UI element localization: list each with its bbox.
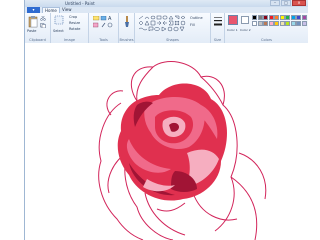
fill-icon[interactable] [100,16,107,21]
paste-label: Paste [27,29,37,33]
colors-group: Color 1 Color 2 Colors [225,13,308,43]
color1-label: Color 1 [227,28,238,32]
select-icon[interactable] [54,15,64,25]
brush-icon[interactable] [122,16,132,28]
color-picker-icon[interactable] [101,22,106,28]
rose-drawing [98,61,267,240]
palette-swatch[interactable] [285,15,290,20]
text-tool-icon[interactable]: A [108,16,112,22]
title-bar: Untitled - Paint – □ × [25,0,308,16]
palette-swatch[interactable] [252,15,257,20]
clipboard-group-label: Clipboard [29,38,46,42]
palette-swatch[interactable] [274,21,279,26]
palette-swatch[interactable] [296,15,301,20]
tools-icons: A [93,16,113,28]
shapes-group: Outline Fill Shapes [135,13,211,43]
color2-swatch[interactable] [241,16,249,24]
size-icon[interactable] [213,16,223,28]
colors-group-label: Colors [261,38,272,42]
left-bezel [0,0,24,240]
image-group-label: Image [64,38,75,42]
color2-label: Color 2 [240,28,251,32]
palette-swatch[interactable] [279,15,285,20]
palette-swatch[interactable] [279,21,285,26]
palette-swatch[interactable] [301,21,307,26]
color-palette [252,15,308,29]
resize-button[interactable]: Resize [69,21,80,25]
palette-swatch[interactable] [290,21,296,26]
magnifier-icon[interactable] [107,22,113,28]
crop-button[interactable]: Crop [69,15,77,19]
palette-swatch[interactable] [263,21,268,26]
image-group: Select Crop Resize Rotate Image [51,13,89,43]
size-group: Size [211,13,225,43]
window-title: Untitled - Paint [65,1,95,6]
eraser-icon[interactable] [93,22,99,28]
quick-access-toolbar [28,1,46,16]
brushes-group: Brushes [119,13,135,43]
cut-icon[interactable] [40,16,46,21]
tools-group-label: Tools [99,38,108,42]
tools-group: A Tools [89,13,119,43]
drawing-canvas[interactable] [25,43,308,240]
color1-swatch[interactable] [228,15,238,25]
size-group-label: Size [213,38,222,42]
shapes-gallery[interactable] [138,15,186,33]
palette-swatch[interactable] [274,15,279,20]
maximize-button[interactable]: □ [281,0,291,6]
palette-swatch[interactable] [257,21,263,26]
paste-icon[interactable] [28,15,38,28]
pencil-icon[interactable] [93,16,100,21]
brushes-group-label: Brushes [119,38,134,42]
shapes-group-label: Shapes [166,38,179,42]
palette-swatch[interactable] [296,21,301,26]
rose-bloom [117,83,227,201]
palette-swatch[interactable] [268,21,274,26]
copy-icon[interactable] [40,23,46,28]
palette-swatch[interactable] [290,15,296,20]
select-label[interactable]: Select [53,29,64,33]
outline-dropdown[interactable]: Outline [190,16,203,20]
palette-swatch[interactable] [257,15,263,20]
palette-swatch[interactable] [252,21,257,26]
rotate-button[interactable]: Rotate [69,27,80,31]
minimize-button[interactable]: – [270,0,280,6]
file-menu-icon: ▾ [32,7,35,12]
fill-dropdown[interactable]: Fill [190,23,195,27]
window-controls: – □ × [269,0,306,6]
palette-swatch[interactable] [268,15,274,20]
palette-swatch[interactable] [263,15,268,20]
palette-swatch[interactable] [285,21,290,26]
palette-swatch[interactable] [301,15,307,20]
ribbon: Paste Clipboard Select Crop Resize Rotat… [25,13,308,44]
close-button[interactable]: × [292,0,306,6]
paint-window: Untitled - Paint – □ × ▾ Home View Paste [24,0,308,240]
right-bezel [306,0,320,240]
clipboard-group: Paste Clipboard [25,13,51,43]
